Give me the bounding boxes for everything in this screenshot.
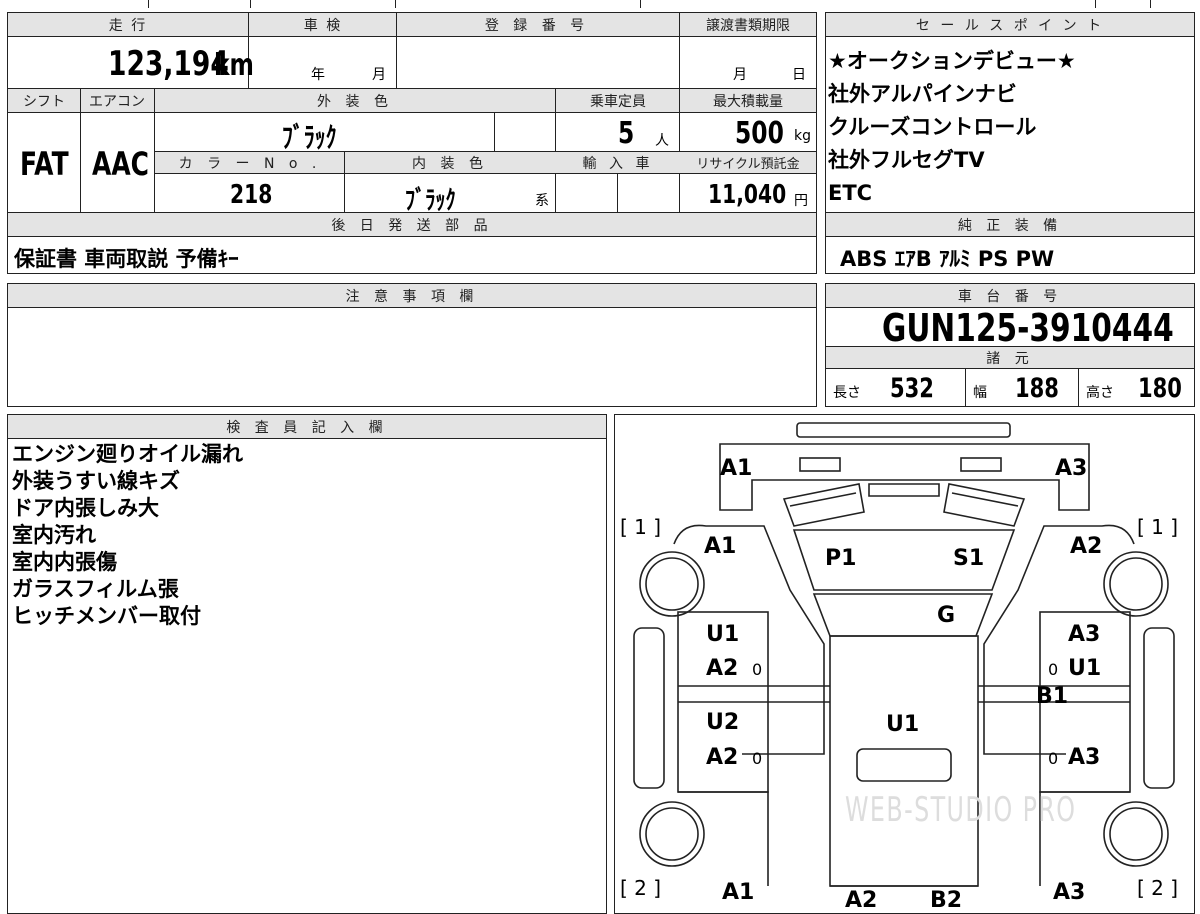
inspector-note: ガラスフィルム張 [12,577,179,601]
mileage-header: 走 行 [108,18,148,34]
damage-pillar-right: B1 [1036,684,1069,709]
inspector-note: 室内内張傷 [12,550,117,574]
damage-door-fl-1: U1 [706,622,740,647]
length-label: 長さ [833,385,861,401]
notes-header: 注 意 事 項 欄 [345,289,479,305]
recycle-fee-value: 11,040 [708,180,787,210]
damage-hood-left: P1 [825,546,857,571]
color-no-value: 218 [230,180,273,210]
bracket-front-right: [ 1 ] [1137,515,1179,539]
bracket-rear-right: [ 2 ] [1137,876,1179,900]
top-cutoff-strip [0,0,1200,8]
later-parts-value: 保証書 車両取説 予備ｷｰ [14,247,239,271]
inspector-note: 室内汚れ [12,523,96,547]
bracket-front-left: [ 1 ] [620,515,662,539]
chassis-header: 車 台 番 号 [957,289,1063,305]
damage-door-fl-2: A2 [706,656,739,681]
specs-header: 諸 元 [986,351,1034,367]
width-label: 幅 [973,385,987,401]
inspection-header: 車 検 [303,18,343,34]
aircon-value: AAC [92,145,149,183]
genuine-equipment-value: ABS ｴｱB ｱﾙﾐ PS PW [840,247,1055,271]
max-load-header: 最大積載量 [713,94,783,110]
damage-door-fr-1: A3 [1068,622,1101,647]
capacity-unit: 人 [655,133,669,149]
inspector-note: ドア内張しみ大 [12,496,159,520]
zero-marker: 0 [1048,749,1059,768]
exterior-color-header: 外 装 色 [317,94,393,110]
inspection-month: 月 [372,67,386,83]
aircon-header: エアコン [89,94,145,110]
transfer-day: 日 [792,67,806,83]
sales-point-item: クルーズコントロール [828,115,1037,139]
interior-color-suffix: 系 [535,193,549,209]
transfer-month: 月 [733,67,747,83]
damage-rear-center-2: B2 [930,888,963,913]
import-header: 輸 入 車 [582,156,654,172]
damage-door-rl-2: A2 [706,745,739,770]
damage-front-left: A1 [720,456,753,481]
recycle-header: リサイクル預託金 [696,157,800,172]
height-label: 高さ [1086,385,1114,401]
sales-point-item: ★オークションデビュー★ [828,49,1076,73]
max-load-unit: kg [794,128,811,144]
exterior-color-value: ﾌﾞﾗｯｸ [282,121,337,154]
damage-rear-center-1: A2 [845,888,878,913]
recycle-fee-unit: 円 [794,193,808,209]
mileage-value: 123,194 [108,44,229,84]
damage-roof: U1 [886,712,920,737]
damage-hood-right: S1 [953,546,985,571]
length-value: 532 [890,373,934,404]
inspector-notes-list: エンジン廻りオイル漏れ 外装うすい線キズ ドア内張しみ大 室内汚れ 室内内張傷 … [12,441,602,630]
inspector-header: 検 査 員 記 入 欄 [226,420,388,436]
zero-marker: 0 [752,660,763,679]
zero-marker: 0 [752,749,763,768]
width-value: 188 [1015,373,1059,404]
damage-fender-right: A2 [1070,534,1103,559]
damage-rear-left: A1 [722,880,755,905]
later-parts-header: 後 日 発 送 部 品 [331,218,493,234]
registration-header: 登 録 番 号 [484,18,590,34]
watermark: WEB-STUDIO PRO [845,790,1077,830]
inspector-note: 外装うすい線キズ [12,469,180,493]
sales-point-item: 社外アルパインナビ [828,82,1017,106]
bracket-rear-left: [ 2 ] [620,876,662,900]
sales-point-item: 社外フルセグTV [828,148,985,172]
color-no-header: カ ラ ー N o . [178,156,322,172]
zero-marker: 0 [1048,660,1059,679]
sales-point-item: ETC [828,181,873,205]
shift-header: シフト [23,94,65,110]
height-value: 180 [1138,373,1182,404]
capacity-header: 乗車定員 [590,94,646,110]
damage-windshield: G [937,603,956,628]
damage-door-fr-2: U1 [1068,656,1102,681]
damage-door-rl-1: U2 [706,710,740,735]
sales-point-header: セ ー ル ス ポ イ ン ト [915,18,1105,34]
shift-value: FAT [20,145,69,183]
genuine-equipment-header: 純 正 装 備 [957,218,1063,234]
inspector-note: ヒッチメンバー取付 [12,604,201,628]
sales-point-list: ★オークションデビュー★ 社外アルパインナビ クルーズコントロール 社外フルセグ… [828,45,1188,210]
damage-rear-right: A3 [1053,880,1086,905]
inspection-year: 年 [311,67,325,83]
damage-door-rr: A3 [1068,745,1101,770]
interior-color-header: 内 装 色 [412,156,488,172]
damage-front-right: A3 [1055,456,1088,481]
inspector-note: エンジン廻りオイル漏れ [12,442,243,466]
capacity-value: 5 [618,116,635,151]
damage-fender-left: A1 [704,534,737,559]
chassis-number: GUN125-3910444 [882,306,1174,350]
mileage-unit: km [214,48,254,83]
transfer-deadline-header: 譲渡書類期限 [706,18,790,34]
max-load-value: 500 [735,116,784,151]
